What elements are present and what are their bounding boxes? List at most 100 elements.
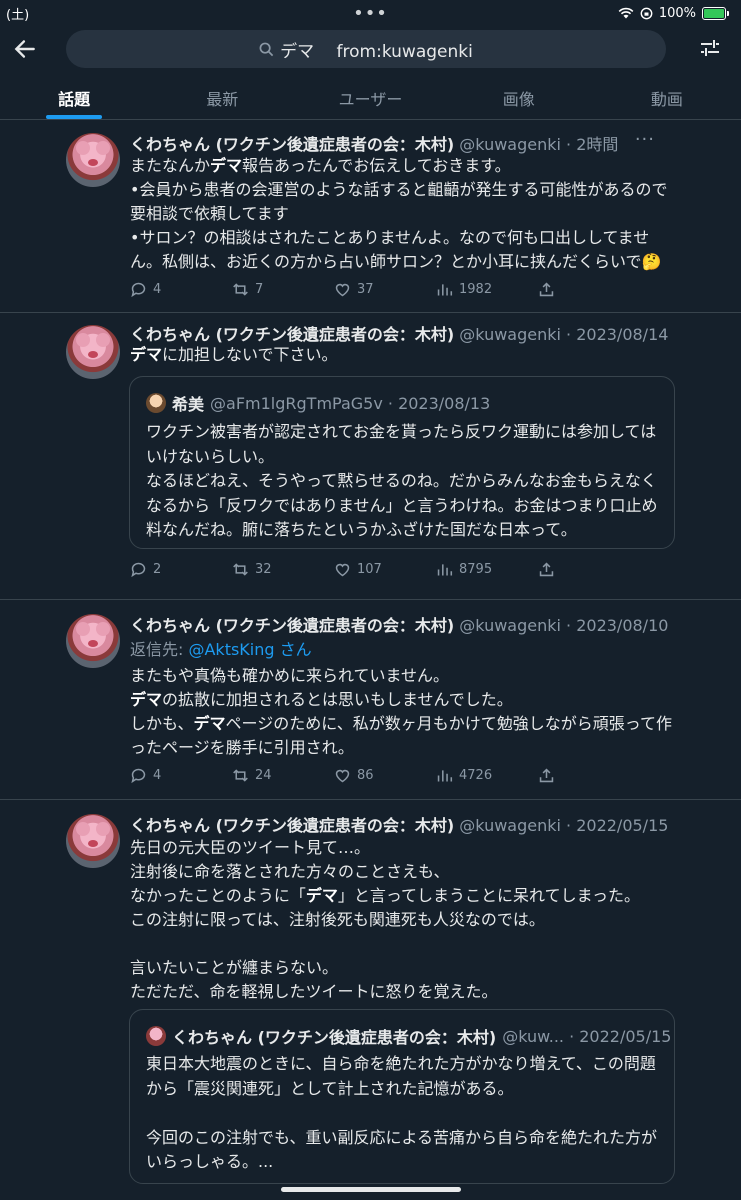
- filter-sliders-icon[interactable]: [699, 37, 721, 59]
- avatar[interactable]: [66, 614, 120, 668]
- reply-to-prefix: 返信先:: [130, 640, 189, 659]
- search-input[interactable]: デマ from:kuwagenki: [66, 30, 666, 68]
- reply-button[interactable]: 4: [130, 765, 232, 785]
- highlighted-keyword: デマ: [193, 714, 226, 733]
- tweet-header: くわちゃん (ワクチン後遺症患者の会：木村) @kuwagenki · 2時間: [130, 131, 681, 155]
- author-name[interactable]: くわちゃん (ワクチン後遺症患者の会：木村): [130, 816, 454, 835]
- view-count: 1982: [459, 281, 493, 297]
- like-count: 37: [357, 281, 374, 297]
- avatar[interactable]: [66, 814, 120, 868]
- like-count: 107: [357, 561, 382, 577]
- author-name[interactable]: くわちゃん (ワクチン後遺症患者の会：木村): [130, 325, 454, 344]
- reply-icon: [131, 282, 146, 297]
- more-options-icon[interactable]: ···: [635, 129, 655, 150]
- retweet-count: 32: [255, 561, 272, 577]
- tweet-header: くわちゃん (ワクチン後遺症患者の会：木村) @kuwagenki · 2023…: [130, 321, 681, 345]
- like-button[interactable]: 86: [334, 765, 436, 785]
- home-indicator[interactable]: [280, 1187, 461, 1192]
- share-button[interactable]: [538, 279, 558, 299]
- like-button[interactable]: 37: [334, 279, 436, 299]
- retweet-button[interactable]: 32: [232, 559, 334, 579]
- retweet-icon: [233, 768, 248, 782]
- tab-videos[interactable]: 動画: [593, 78, 741, 119]
- battery-icon: [702, 6, 729, 20]
- retweet-count: 24: [255, 767, 272, 783]
- reply-button[interactable]: 2: [130, 559, 232, 579]
- search-tabs: 話題 最新 ユーザー 画像 動画: [0, 78, 741, 120]
- reply-button[interactable]: 4: [130, 279, 232, 299]
- views-chart-icon: [437, 769, 453, 781]
- quoted-tweet-text: 東日本大地震のときに、自ら命を絶たれた方がかなり増えて、この問題から「震災関連死…: [146, 1054, 658, 1171]
- share-icon: [539, 561, 554, 576]
- tweet-item[interactable]: くわちゃん (ワクチン後遺症患者の会：木村) @kuwagenki · 2022…: [0, 800, 741, 1200]
- author-name[interactable]: くわちゃん (ワクチン後遺症患者の会：木村): [130, 135, 454, 154]
- share-button[interactable]: [538, 765, 558, 785]
- tweet-text: またもや真偽も確かめに来られていません。 デマの拡散に加担されるとは思いもしませ…: [130, 666, 672, 757]
- back-arrow-icon[interactable]: [12, 36, 38, 62]
- highlighted-keyword: デマ: [305, 886, 338, 905]
- quoted-tweet[interactable]: 希美 @aFm1lgRgTmPaG5v · 2023/08/13 ワクチン被害者が…: [129, 376, 675, 549]
- retweet-count: 7: [255, 281, 264, 297]
- retweet-button[interactable]: 24: [232, 765, 334, 785]
- author-name[interactable]: くわちゃん (ワクチン後遺症患者の会：木村): [130, 616, 454, 635]
- status-bar: (土) ••• 100%: [0, 0, 741, 26]
- tweet-actions: 4 24 86 4726: [130, 765, 558, 785]
- search-header: デマ from:kuwagenki: [0, 28, 741, 72]
- tweet-text: またなんかデマ報告あったんでお伝えしておきます。 •会員から患者の会運営のような…: [130, 156, 668, 271]
- tweet-feed: くわちゃん (ワクチン後遺症患者の会：木村) @kuwagenki · 2時間 …: [0, 121, 741, 1200]
- views-button[interactable]: 4726: [436, 765, 538, 785]
- tweet-text: デマに加担しないで下さい。: [130, 345, 338, 364]
- reply-to-label: 返信先: @AktsKing さん: [130, 636, 312, 660]
- tweet-header: くわちゃん (ワクチン後遺症患者の会：木村) @kuwagenki · 2023…: [130, 612, 681, 636]
- like-count: 86: [357, 767, 374, 783]
- battery-percent: 100%: [658, 5, 696, 21]
- avatar[interactable]: [66, 133, 120, 187]
- reply-count: 4: [153, 767, 162, 783]
- highlighted-keyword: デマ: [130, 345, 163, 364]
- views-chart-icon: [437, 283, 453, 295]
- highlighted-keyword: デマ: [130, 690, 163, 709]
- author-meta: @kuwagenki · 2023/08/14: [459, 325, 669, 344]
- quoted-tweet-header: くわちゃん (ワクチン後遺症患者の会：木村) @kuw... · 2022/05/…: [146, 1024, 671, 1048]
- tweet-header: くわちゃん (ワクチン後遺症患者の会：木村) @kuwagenki · 2022…: [130, 812, 681, 836]
- views-button[interactable]: 1982: [436, 279, 538, 299]
- retweet-button[interactable]: 7: [232, 279, 334, 299]
- avatar[interactable]: [66, 325, 120, 379]
- multitask-dots-icon[interactable]: •••: [353, 3, 388, 24]
- tweet-actions: 2 32 107 8795: [130, 559, 558, 579]
- retweet-icon: [233, 282, 248, 296]
- reply-count: 4: [153, 281, 162, 297]
- tweet-text: 先日の元大臣のツイート見て…。 注射後に命を落とされた方々のことさえも、 なかっ…: [130, 838, 640, 1001]
- heart-icon: [335, 283, 350, 296]
- view-count: 8795: [459, 561, 493, 577]
- quoted-author-meta: @kuw... · 2022/05/15: [502, 1026, 672, 1046]
- tweet-item[interactable]: くわちゃん (ワクチン後遺症患者の会：木村) @kuwagenki · 2時間 …: [0, 121, 741, 313]
- quoted-author-name: くわちゃん (ワクチン後遺症患者の会：木村): [172, 1028, 497, 1047]
- quoted-author-meta: @aFm1lgRgTmPaG5v · 2023/08/13: [210, 393, 491, 413]
- quoted-tweet[interactable]: くわちゃん (ワクチン後遺症患者の会：木村) @kuw... · 2022/05/…: [129, 1009, 675, 1184]
- author-meta: @kuwagenki · 2022/05/15: [459, 816, 669, 835]
- views-chart-icon: [437, 563, 453, 575]
- search-query: デマ from:kuwagenki: [280, 41, 473, 62]
- tweet-item[interactable]: くわちゃん (ワクチン後遺症患者の会：木村) @kuwagenki · 2023…: [0, 600, 741, 800]
- tab-people[interactable]: ユーザー: [296, 78, 444, 119]
- tweet-item[interactable]: くわちゃん (ワクチン後遺症患者の会：木村) @kuwagenki · 2023…: [0, 313, 741, 600]
- author-meta: @kuwagenki · 2時間: [459, 135, 619, 154]
- wifi-icon: [618, 7, 634, 19]
- tab-latest[interactable]: 最新: [148, 78, 296, 119]
- tweet-actions: 4 7 37 1982: [130, 279, 558, 299]
- reply-icon: [131, 562, 146, 577]
- share-button[interactable]: [538, 559, 558, 579]
- tab-top[interactable]: 話題: [0, 78, 148, 119]
- orientation-lock-icon: [640, 7, 653, 19]
- reply-to-handle[interactable]: @AktsKing さん: [188, 640, 311, 659]
- views-button[interactable]: 8795: [436, 559, 538, 579]
- quoted-tweet-header: 希美 @aFm1lgRgTmPaG5v · 2023/08/13: [146, 391, 490, 415]
- retweet-icon: [233, 562, 248, 576]
- search-icon: [259, 42, 274, 56]
- tab-photos[interactable]: 画像: [445, 78, 593, 119]
- reply-icon: [131, 768, 146, 783]
- like-button[interactable]: 107: [334, 559, 436, 579]
- highlighted-keyword: デマ: [210, 156, 243, 175]
- author-meta: @kuwagenki · 2023/08/10: [459, 616, 669, 635]
